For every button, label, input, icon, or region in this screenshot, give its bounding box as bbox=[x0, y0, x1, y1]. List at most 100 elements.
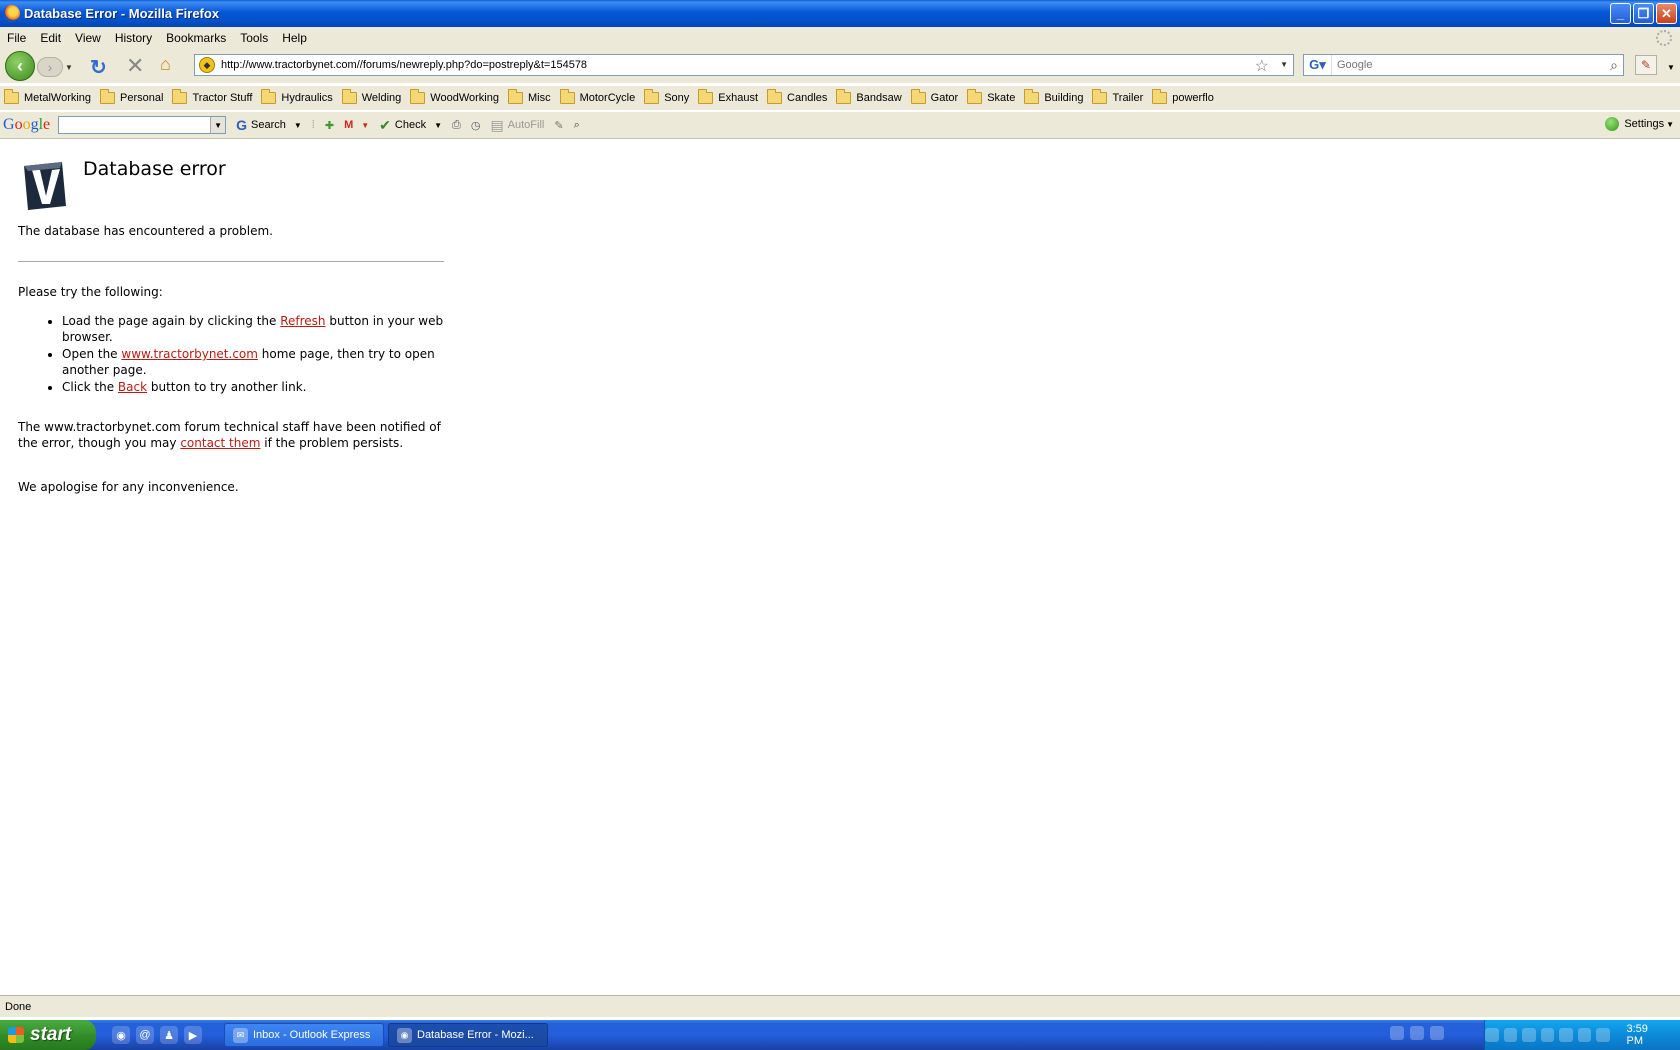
chevron-down-icon: ▼ bbox=[1666, 119, 1674, 129]
folder-icon bbox=[172, 89, 188, 104]
bookmark-folder[interactable]: Tractor Stuff bbox=[172, 89, 252, 104]
bookmark-folder[interactable]: powerflo bbox=[1152, 89, 1214, 104]
taskbar-button-outlook[interactable]: ✉ Inbox - Outlook Express bbox=[224, 1023, 384, 1047]
taskbar-button-firefox[interactable]: ◉ Database Error - Mozi... bbox=[388, 1023, 548, 1047]
title-bar: Database Error - Mozilla Firefox _ ❐ ✕ bbox=[0, 0, 1680, 27]
folder-icon bbox=[910, 89, 926, 104]
notified-paragraph: The www.tractorbynet.com forum technical… bbox=[18, 419, 448, 451]
bookmark-label: Skate bbox=[987, 92, 1016, 104]
settings-button[interactable]: Settings ▼ bbox=[1605, 117, 1674, 131]
menu-edit[interactable]: Edit bbox=[33, 31, 68, 45]
folder-icon bbox=[341, 89, 357, 104]
navigation-toolbar: ‹ › ▼ ↻ ✕ ⌂ ◆ http://www.tractorbynet.co… bbox=[0, 49, 1680, 83]
bookmark-folder[interactable]: Sony bbox=[644, 89, 689, 104]
folder-icon bbox=[1152, 89, 1168, 104]
highlighter-icon[interactable]: ✎ bbox=[554, 119, 563, 132]
step-text: Load the page again by clicking the bbox=[62, 314, 281, 328]
forward-button[interactable]: › bbox=[37, 57, 63, 77]
bookmark-folder[interactable]: Building bbox=[1024, 89, 1084, 104]
firefox-icon bbox=[3, 5, 20, 22]
bookmark-folder[interactable]: MetalWorking bbox=[4, 89, 91, 104]
restore-button[interactable]: ❐ bbox=[1633, 3, 1654, 24]
folder-icon bbox=[1024, 89, 1040, 104]
firefox-icon[interactable]: ◉ bbox=[112, 1026, 130, 1044]
chevron-down-icon[interactable]: ▼ bbox=[294, 121, 302, 130]
add-button-icon[interactable]: ✚ bbox=[325, 119, 334, 132]
outlook-express-icon[interactable]: @ bbox=[136, 1026, 154, 1044]
bookmark-folder[interactable]: Gator bbox=[910, 89, 958, 104]
bookmark-folder[interactable]: Welding bbox=[341, 89, 402, 104]
menu-bookmarks[interactable]: Bookmarks bbox=[159, 31, 233, 45]
messenger-icon[interactable]: ♟ bbox=[160, 1026, 178, 1044]
network-icon[interactable] bbox=[1485, 1028, 1499, 1042]
bookmark-folder[interactable]: Exhaust bbox=[698, 89, 758, 104]
tool-icon[interactable] bbox=[1410, 1026, 1424, 1040]
search-magnifier-icon[interactable]: ⌕ bbox=[1610, 57, 1618, 74]
menu-help[interactable]: Help bbox=[275, 31, 314, 45]
url-text[interactable]: http://www.tractorbynet.com//forums/newr… bbox=[221, 59, 587, 71]
bookmark-label: Welding bbox=[361, 92, 402, 104]
spell-check-button[interactable]: ✔ Check ▼ bbox=[379, 117, 442, 134]
url-dropdown-icon[interactable]: ▼ bbox=[1280, 60, 1288, 69]
print-icon[interactable]: ⎙ bbox=[452, 119, 461, 132]
back-link[interactable]: Back bbox=[118, 380, 147, 394]
bookmark-folder[interactable]: Bandsaw bbox=[836, 89, 902, 104]
bookmark-label: Candles bbox=[787, 92, 828, 104]
help-icon[interactable] bbox=[1430, 1026, 1444, 1040]
bookmark-folder[interactable]: Candles bbox=[767, 89, 828, 104]
bookmark-folder[interactable]: WoodWorking bbox=[410, 89, 499, 104]
history-dropdown-icon[interactable]: ▼ bbox=[65, 63, 73, 72]
bookmark-folder[interactable]: Personal bbox=[100, 89, 163, 104]
bookmark-folder[interactable]: MotorCycle bbox=[559, 89, 635, 104]
contact-link[interactable]: contact them bbox=[180, 436, 260, 450]
stop-button[interactable]: ✕ bbox=[126, 53, 144, 79]
clock[interactable]: 3:59 PM bbox=[1627, 1023, 1667, 1047]
tray-app-icon[interactable] bbox=[1559, 1028, 1573, 1042]
chevron-down-icon[interactable]: ▼ bbox=[210, 117, 226, 133]
tray-app-icon[interactable] bbox=[1540, 1028, 1554, 1042]
menu-tools[interactable]: Tools bbox=[233, 31, 275, 45]
history-clock-icon[interactable]: ◷ bbox=[471, 119, 481, 132]
search-input[interactable] bbox=[1337, 59, 1597, 71]
back-button[interactable]: ‹ bbox=[5, 51, 35, 81]
menu-file[interactable]: File bbox=[0, 31, 33, 45]
minimize-button[interactable]: _ bbox=[1610, 3, 1631, 24]
tray-app-icon[interactable] bbox=[1596, 1028, 1610, 1042]
menu-view[interactable]: View bbox=[68, 31, 108, 45]
info-icon[interactable] bbox=[1577, 1028, 1591, 1042]
refresh-link[interactable]: Refresh bbox=[280, 314, 325, 328]
addon-button-icon[interactable]: ✎ bbox=[1635, 55, 1657, 75]
addon-dropdown-icon[interactable]: ▼ bbox=[1667, 63, 1675, 72]
bookmark-label: Building bbox=[1044, 92, 1084, 104]
find-icon[interactable]: ⌕ bbox=[574, 119, 580, 132]
bookmark-folder[interactable]: Skate bbox=[967, 89, 1016, 104]
tray-app-icon[interactable] bbox=[1522, 1028, 1536, 1042]
search-label: Search bbox=[251, 119, 286, 131]
bookmark-folder[interactable]: Misc bbox=[507, 89, 551, 104]
outlook-express-icon: ✉ bbox=[233, 1027, 248, 1043]
reload-button[interactable]: ↻ bbox=[90, 55, 107, 80]
media-player-icon[interactable]: ▶ bbox=[184, 1026, 202, 1044]
folder-icon bbox=[1092, 89, 1108, 104]
search-box[interactable]: G▾ ⌕ bbox=[1303, 54, 1624, 76]
folder-icon bbox=[100, 89, 116, 104]
start-button[interactable]: start bbox=[0, 1020, 96, 1050]
gmail-icon[interactable]: M ▼ bbox=[344, 119, 369, 131]
homepage-link[interactable]: www.tractorbynet.com bbox=[121, 347, 258, 361]
chevron-down-icon[interactable]: ▼ bbox=[361, 121, 369, 130]
folder-icon bbox=[261, 89, 277, 104]
home-button[interactable]: ⌂ bbox=[160, 54, 171, 75]
bookmark-star-icon[interactable]: ☆ bbox=[1255, 56, 1269, 76]
menu-history[interactable]: History bbox=[108, 31, 159, 45]
bookmark-folder[interactable]: Trailer bbox=[1092, 89, 1143, 104]
bookmark-folder[interactable]: Hydraulics bbox=[261, 89, 333, 104]
google-engine-icon[interactable]: G▾ bbox=[1304, 55, 1332, 75]
tool-icon[interactable] bbox=[1390, 1026, 1404, 1040]
close-button[interactable]: ✕ bbox=[1656, 3, 1677, 24]
google-toolbar-search-input[interactable]: ▼ bbox=[58, 116, 227, 134]
google-search-button[interactable]: G Search ▼ bbox=[236, 117, 302, 133]
url-bar[interactable]: ◆ http://www.tractorbynet.com//forums/ne… bbox=[194, 54, 1294, 76]
chevron-down-icon[interactable]: ▼ bbox=[434, 121, 442, 130]
volume-icon[interactable] bbox=[1503, 1028, 1517, 1042]
autofill-button[interactable]: ▤ AutoFill bbox=[490, 117, 544, 134]
